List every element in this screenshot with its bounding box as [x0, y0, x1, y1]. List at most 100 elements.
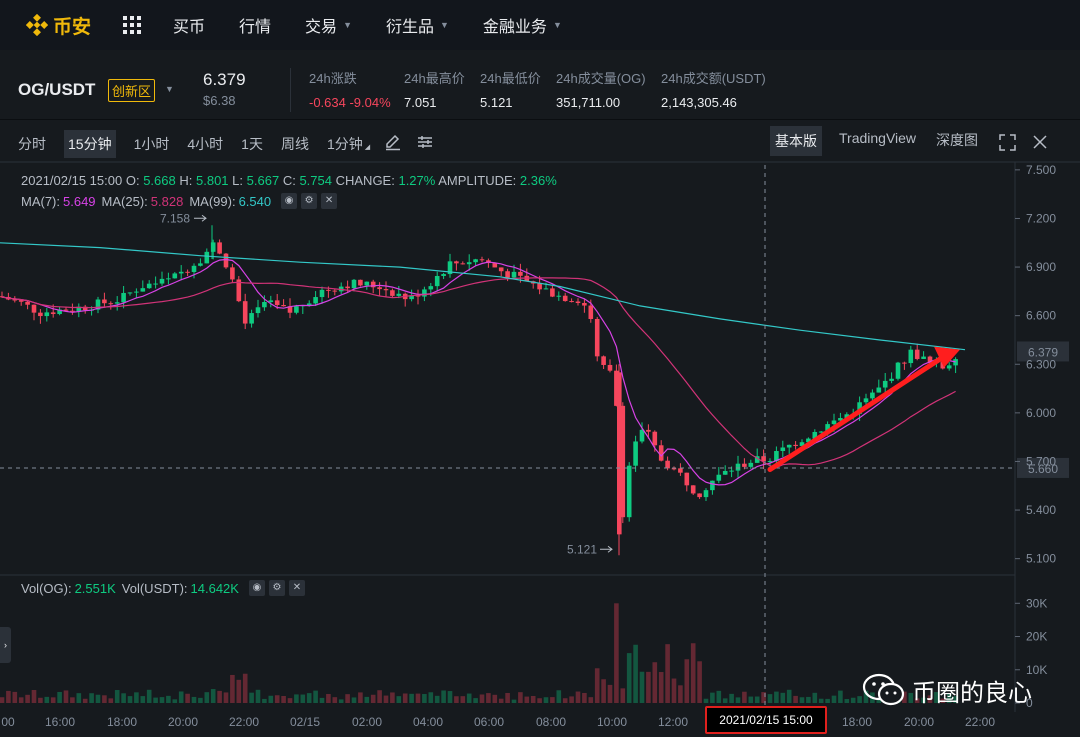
candle-body	[166, 278, 171, 280]
time-tick: 22:00	[229, 715, 259, 729]
volume-bar	[434, 695, 440, 703]
volume-bar	[204, 692, 210, 703]
vol-value: 2.551K	[74, 580, 116, 596]
volume-bar	[6, 690, 11, 703]
volume-bar	[633, 644, 638, 703]
candle-body	[633, 441, 638, 466]
candle-body	[377, 287, 382, 290]
time-tick: 04:00	[413, 715, 443, 729]
price-tick: 5.100	[1026, 552, 1056, 566]
volume-bar	[262, 698, 267, 703]
candle-body	[396, 293, 402, 296]
volume-bar	[172, 699, 178, 703]
candle-body	[626, 465, 632, 518]
candle-body	[31, 304, 37, 313]
candle-body	[255, 307, 261, 314]
candle-body	[646, 429, 651, 432]
candle-body	[882, 380, 888, 388]
volume-bar	[31, 690, 37, 703]
candle-body	[230, 267, 235, 280]
time-tick: 22:00	[965, 715, 995, 729]
candlestick-chart[interactable]: 7.158 5.121 5.6606.379 7.500 7.200 6.900 6.6…	[0, 0, 1080, 737]
price-tick: 6.000	[1026, 406, 1056, 420]
candle-body	[793, 444, 798, 446]
volume-bar	[543, 697, 549, 703]
ohlc-legend: 2021/02/15 15:00 O: 5.668 H: 5.801 L: 5.…	[21, 173, 557, 188]
settings-icon[interactable]: ⚙	[301, 193, 318, 209]
candle-body	[594, 318, 600, 357]
volume-bar	[690, 643, 696, 703]
candle-body	[50, 312, 56, 315]
volume-bar	[575, 691, 581, 703]
time-tick: 08:00	[536, 715, 566, 729]
volume-bar	[844, 699, 850, 703]
volume-bar	[89, 693, 94, 703]
volume-bar	[793, 695, 798, 703]
high-marker: 7.158	[160, 211, 190, 225]
candle-body	[870, 392, 875, 399]
candle-body	[313, 297, 318, 304]
candle-body	[454, 261, 459, 264]
volume-bar	[223, 692, 229, 703]
candle-body	[607, 364, 613, 371]
ma-label: MA(99):	[189, 193, 236, 209]
volume-bar	[626, 653, 632, 703]
legend-amplitude: 2.36%	[519, 173, 557, 188]
time-tick-partial: 00	[1, 715, 15, 729]
candle-body	[294, 306, 299, 313]
candle-body	[466, 262, 472, 265]
volume-bar	[255, 689, 261, 703]
candle-body	[114, 302, 120, 304]
volume-bar	[556, 690, 562, 703]
volume-bar	[620, 688, 626, 703]
close-icon[interactable]: ✕	[321, 193, 338, 209]
volume-bars	[0, 603, 958, 703]
candle-body	[178, 271, 184, 274]
candle-body	[908, 349, 914, 364]
volume-bar	[134, 692, 139, 703]
candle-body	[25, 301, 30, 305]
candle-body	[428, 286, 434, 290]
legend-close-label: C:	[282, 173, 296, 188]
volume-bar	[838, 690, 843, 703]
candle-body	[665, 460, 670, 469]
candle-body	[102, 299, 107, 304]
volume-bar	[601, 679, 606, 703]
eye-icon[interactable]: ◉	[281, 193, 298, 209]
candle-body	[742, 463, 747, 467]
settings-icon[interactable]: ⚙	[268, 580, 285, 596]
volume-bar	[127, 696, 133, 703]
candle-body	[185, 271, 190, 273]
low-arrow-icon	[600, 545, 613, 553]
volume-bar	[466, 693, 472, 703]
candle-body	[434, 275, 440, 287]
candle-body	[569, 301, 574, 303]
volume-bar	[594, 668, 600, 703]
volume-bar	[678, 685, 683, 703]
candle-body	[140, 288, 146, 292]
candle-body	[658, 445, 664, 461]
close-icon[interactable]: ✕	[288, 580, 305, 596]
volume-bar	[825, 698, 830, 703]
volume-bar	[607, 684, 613, 703]
candle-body	[678, 468, 683, 473]
candle-body	[274, 300, 280, 306]
crosshair: 5.6606.379	[0, 165, 1069, 705]
candle-body	[710, 480, 715, 491]
volume-bar	[818, 698, 824, 703]
candle-body	[550, 288, 555, 297]
ma-label: MA(25):	[101, 193, 148, 209]
expand-panel-tab[interactable]: ›	[0, 627, 11, 663]
eye-icon[interactable]: ◉	[248, 580, 265, 596]
candle-body	[639, 429, 645, 442]
legend-close: 5.754	[299, 173, 332, 188]
volume-bar	[57, 691, 62, 703]
volume-bar	[313, 690, 318, 703]
price-tick: 5.400	[1026, 503, 1056, 517]
legend-low: 5.667	[246, 173, 280, 188]
price-tick: 6.300	[1026, 357, 1056, 371]
legend-date: 2021/02/15 15:00	[21, 173, 123, 188]
volume-bar	[38, 697, 43, 703]
volume-bar	[70, 697, 75, 703]
watermark-text: 币圈的良心	[912, 679, 1032, 707]
